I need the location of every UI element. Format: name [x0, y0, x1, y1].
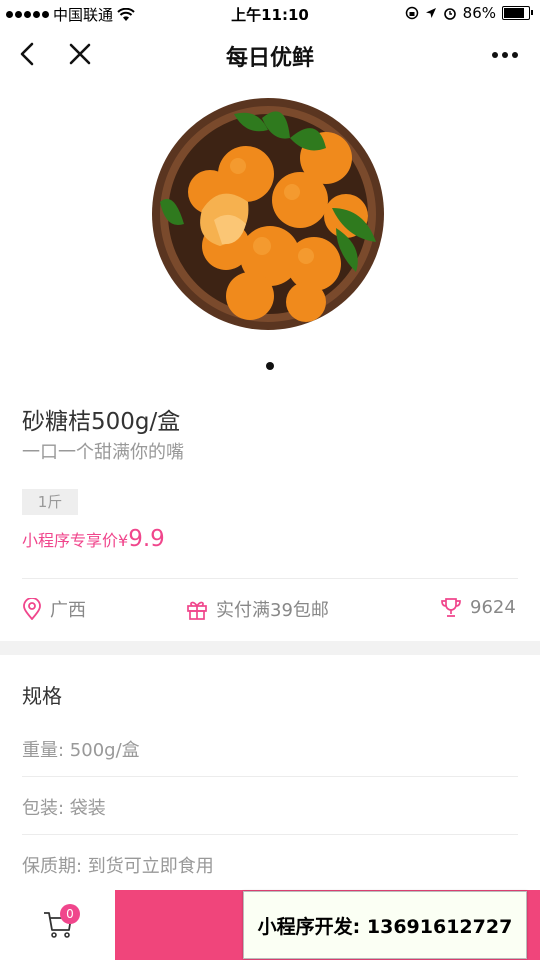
more-options-icon[interactable] — [492, 52, 518, 58]
nav-bar: 每日优鲜 — [0, 28, 540, 82]
section-separator — [0, 641, 540, 655]
battery-fill — [504, 8, 525, 18]
rotation-lock-icon — [405, 6, 418, 20]
battery-icon — [502, 6, 533, 20]
info-row: 广西 实付满39包邮 9624 — [0, 590, 540, 630]
price-line: 小程序专享价¥9.9 — [22, 526, 165, 552]
status-bar: 中国联通 上午11:10 86% — [0, 0, 540, 28]
sales-count: 9624 — [470, 596, 516, 618]
divider — [22, 834, 518, 835]
shipping-info: 实付满39包邮 — [186, 596, 329, 622]
price-value: 9.9 — [128, 526, 165, 552]
product-image[interactable] — [150, 96, 390, 336]
cart-count-badge: 0 — [60, 904, 80, 924]
price-label: 小程序专享价¥ — [22, 531, 129, 550]
spec-section-title: 规格 — [22, 684, 62, 708]
trophy-icon — [441, 598, 461, 617]
origin-info: 广西 — [22, 596, 86, 622]
origin-text: 广西 — [50, 600, 86, 621]
location-pin-icon — [23, 598, 41, 620]
sales-info: 9624 — [440, 596, 516, 618]
contact-banner: 小程序开发: 13691612727 — [243, 891, 527, 959]
gift-icon — [187, 601, 207, 620]
battery-percent: 86% — [462, 4, 496, 22]
cart-button[interactable]: 0 — [0, 890, 115, 960]
spec-weight: 重量: 500g/盒 — [22, 740, 140, 761]
location-arrow-icon — [425, 8, 436, 18]
shipping-text: 实付满39包邮 — [216, 600, 329, 621]
product-name: 砂糖桔500g/盒 — [22, 409, 181, 435]
divider — [22, 578, 518, 579]
divider — [22, 776, 518, 777]
status-right: 86% — [405, 4, 533, 22]
product-subtitle: 一口一个甜满你的嘴 — [22, 442, 184, 463]
carousel-indicator — [266, 362, 274, 370]
spec-packaging: 包装: 袋装 — [22, 798, 106, 819]
spec-shelf-life: 保质期: 到货可立即食用 — [22, 856, 214, 877]
alarm-icon — [443, 8, 456, 20]
page-title: 每日优鲜 — [225, 46, 314, 71]
spec-option-tag[interactable]: 1斤 — [22, 489, 78, 515]
